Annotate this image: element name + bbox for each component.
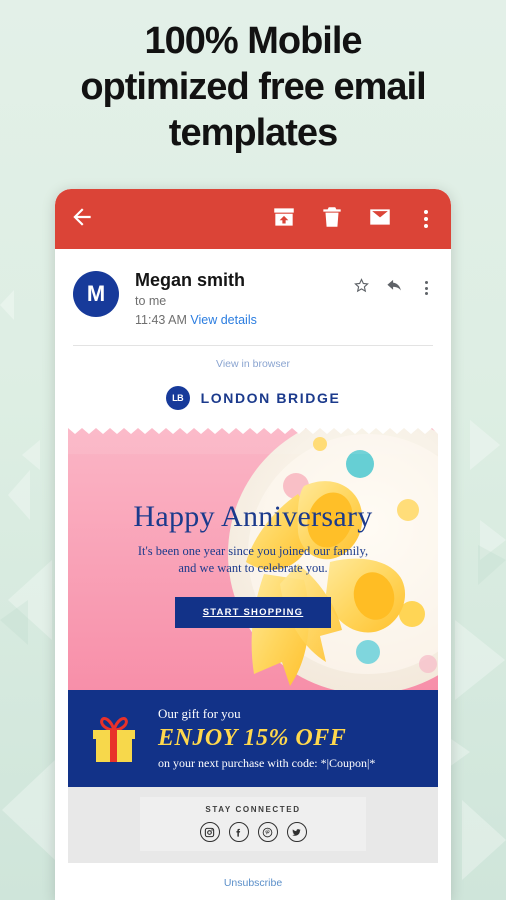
- facebook-icon[interactable]: [228, 822, 249, 842]
- avatar: M: [73, 271, 119, 317]
- mail-icon[interactable]: [367, 204, 393, 235]
- zigzag-edge: [68, 424, 438, 434]
- back-icon[interactable]: [69, 204, 95, 235]
- social-links: [140, 822, 366, 842]
- gift-banner: Our gift for you ENJOY 15% OFF on your n…: [68, 690, 438, 787]
- archive-icon[interactable]: [271, 204, 297, 235]
- headline-line-1: 100% Mobile: [144, 20, 362, 62]
- instagram-icon[interactable]: [199, 822, 220, 842]
- hero-title: Happy Anniversary: [133, 500, 373, 533]
- hero-banner: Happy Anniversary It's been one year sin…: [68, 424, 438, 690]
- brand-logo-icon: LB: [165, 386, 190, 410]
- gift-offer: ENJOY 15% OFF: [158, 725, 347, 751]
- start-shopping-button[interactable]: START SHOPPING: [174, 597, 332, 628]
- hero-subtitle-line-1: It's been one year since you joined our …: [137, 544, 369, 558]
- hero-subtitle-line-2: and we want to celebrate you.: [178, 561, 328, 575]
- unsubscribe-link[interactable]: Unsubscribe: [68, 863, 438, 889]
- stay-connected-label: STAY CONNECTED: [205, 805, 301, 814]
- overflow-menu-icon[interactable]: [415, 210, 437, 228]
- recipient-label: to me: [135, 294, 167, 308]
- sender-name: Megan smith: [135, 270, 246, 290]
- email-footer: STAY CONNECTED: [68, 787, 438, 863]
- star-icon[interactable]: [353, 277, 370, 299]
- gift-terms: on your next purchase with code: *|Coupo…: [158, 756, 376, 770]
- twitter-icon[interactable]: [286, 822, 307, 842]
- email-bottom-spacer: [68, 889, 438, 900]
- gift-box-icon: [93, 716, 135, 762]
- phone-mockup: M Megan smith to me 11:43 AM View detail…: [55, 189, 451, 900]
- brand-name: LONDON BRIDGE: [200, 390, 341, 406]
- view-details-link[interactable]: View details: [190, 313, 256, 327]
- trash-icon[interactable]: [319, 204, 345, 235]
- page-title: 100% Mobile optimized free email templat…: [0, 18, 506, 156]
- app-bar: [55, 189, 451, 249]
- message-overflow-icon[interactable]: [419, 281, 433, 295]
- message-time: 11:43 AM: [135, 313, 187, 327]
- pinterest-icon[interactable]: [257, 822, 278, 842]
- headline-line-2: optimized free email: [80, 66, 426, 108]
- view-in-browser-link[interactable]: View in browser: [55, 346, 451, 370]
- reply-icon[interactable]: [386, 277, 403, 299]
- stay-connected-block: STAY CONNECTED: [140, 797, 366, 851]
- headline-line-3: templates: [168, 112, 338, 154]
- brand-row: LB LONDON BRIDGE: [55, 370, 451, 424]
- message-header: M Megan smith to me 11:43 AM View detail…: [55, 249, 451, 329]
- gift-eyebrow: Our gift for you: [158, 706, 241, 721]
